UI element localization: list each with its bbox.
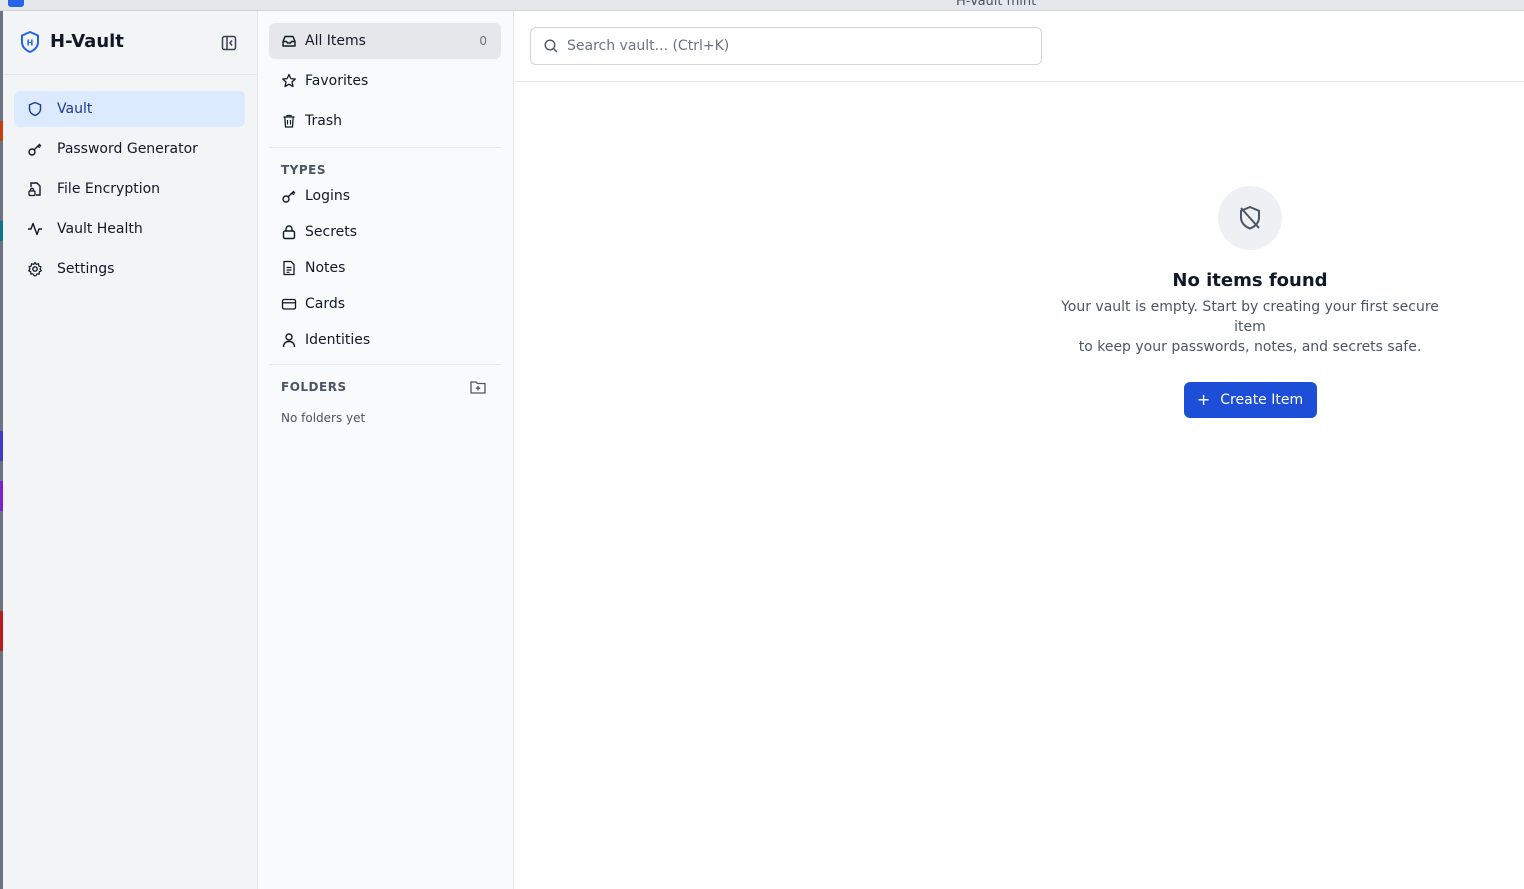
filter-label: Favorites: [305, 73, 369, 89]
svg-text:H: H: [27, 39, 34, 48]
search-box[interactable]: [530, 27, 1042, 65]
activity-icon: [27, 221, 43, 237]
filter-panel: All Items 0 Favorites Trash TYPES Logins: [258, 11, 514, 889]
h-shield-logo-icon: H: [20, 31, 40, 53]
types-heading: TYPES: [281, 163, 327, 177]
search-bar-area: [514, 11, 1524, 82]
sidebar-item-label: Settings: [57, 261, 115, 277]
type-notes[interactable]: Notes: [269, 252, 501, 284]
shield-off-icon: [1236, 204, 1264, 232]
search-input[interactable]: [567, 38, 1007, 54]
divider: [269, 364, 501, 365]
star-icon: [281, 73, 297, 89]
key-icon: [281, 188, 297, 204]
trash-icon: [281, 113, 297, 129]
sidebar-item-settings[interactable]: Settings: [14, 251, 245, 287]
sidebar-item-label: Password Generator: [57, 141, 198, 157]
main-nav: Vault Password Generator File Encryption…: [14, 91, 245, 291]
add-folder-icon[interactable]: [469, 378, 487, 396]
filter-label: All Items: [305, 33, 366, 49]
plus-icon: +: [1196, 390, 1211, 409]
type-label: Notes: [305, 260, 346, 276]
type-label: Cards: [305, 296, 346, 312]
divider: [269, 147, 501, 148]
empty-state-badge: [1218, 186, 1282, 250]
gear-icon: [27, 261, 43, 277]
window-title: H-Vault mint: [956, 0, 1037, 9]
app-badge-icon: [8, 0, 24, 7]
type-cards[interactable]: Cards: [269, 288, 501, 320]
user-icon: [281, 332, 297, 348]
filter-trash[interactable]: Trash: [269, 103, 501, 139]
folders-heading: FOLDERS: [281, 380, 347, 394]
sidebar-item-label: File Encryption: [57, 181, 161, 197]
empty-state-line-1: Your vault is empty. Start by creating y…: [1061, 299, 1439, 335]
type-label: Secrets: [305, 224, 358, 240]
sidebar-item-password-generator[interactable]: Password Generator: [14, 131, 245, 167]
brand-header: H H-Vault: [3, 11, 258, 75]
type-identities[interactable]: Identities: [269, 324, 501, 356]
sidebar-item-label: Vault Health: [57, 221, 143, 237]
sidebar-item-file-encryption[interactable]: File Encryption: [14, 171, 245, 207]
key-icon: [27, 141, 43, 157]
type-secrets[interactable]: Secrets: [269, 216, 501, 248]
app-name: H-Vault: [50, 31, 124, 52]
credit-card-icon: [281, 296, 297, 312]
type-logins[interactable]: Logins: [269, 180, 501, 212]
sidebar: H H-Vault Vault Password Generator File …: [3, 11, 258, 889]
item-count-badge: 0: [479, 34, 487, 48]
search-icon: [543, 38, 559, 54]
filter-all-items[interactable]: All Items 0: [269, 23, 501, 59]
sidebar-item-vault[interactable]: Vault: [14, 91, 245, 127]
folders-header: FOLDERS: [269, 377, 501, 397]
type-label: Identities: [305, 332, 371, 348]
shield-icon: [27, 101, 43, 117]
create-item-button[interactable]: + Create Item: [1183, 382, 1317, 418]
empty-state-description: Your vault is empty. Start by creating y…: [1050, 297, 1450, 357]
filter-label: Trash: [305, 113, 342, 129]
empty-state-title: No items found: [1172, 270, 1328, 291]
sidebar-item-vault-health[interactable]: Vault Health: [14, 211, 245, 247]
note-icon: [281, 260, 297, 276]
window-titlebar: H-Vault mint: [0, 0, 1524, 11]
main-content: No items found Your vault is empty. Star…: [514, 11, 1524, 889]
lock-icon: [281, 224, 297, 240]
file-lock-icon: [27, 181, 43, 197]
type-label: Logins: [305, 188, 351, 204]
create-item-label: Create Item: [1220, 392, 1304, 408]
sidebar-item-label: Vault: [57, 101, 93, 117]
collapse-sidebar-icon[interactable]: [220, 34, 238, 52]
no-folders-text: No folders yet: [281, 411, 366, 425]
inbox-icon: [281, 33, 297, 49]
empty-state-line-2: to keep your passwords, notes, and secre…: [1078, 339, 1422, 355]
empty-state: No items found Your vault is empty. Star…: [1050, 186, 1450, 418]
filter-favorites[interactable]: Favorites: [269, 63, 501, 99]
